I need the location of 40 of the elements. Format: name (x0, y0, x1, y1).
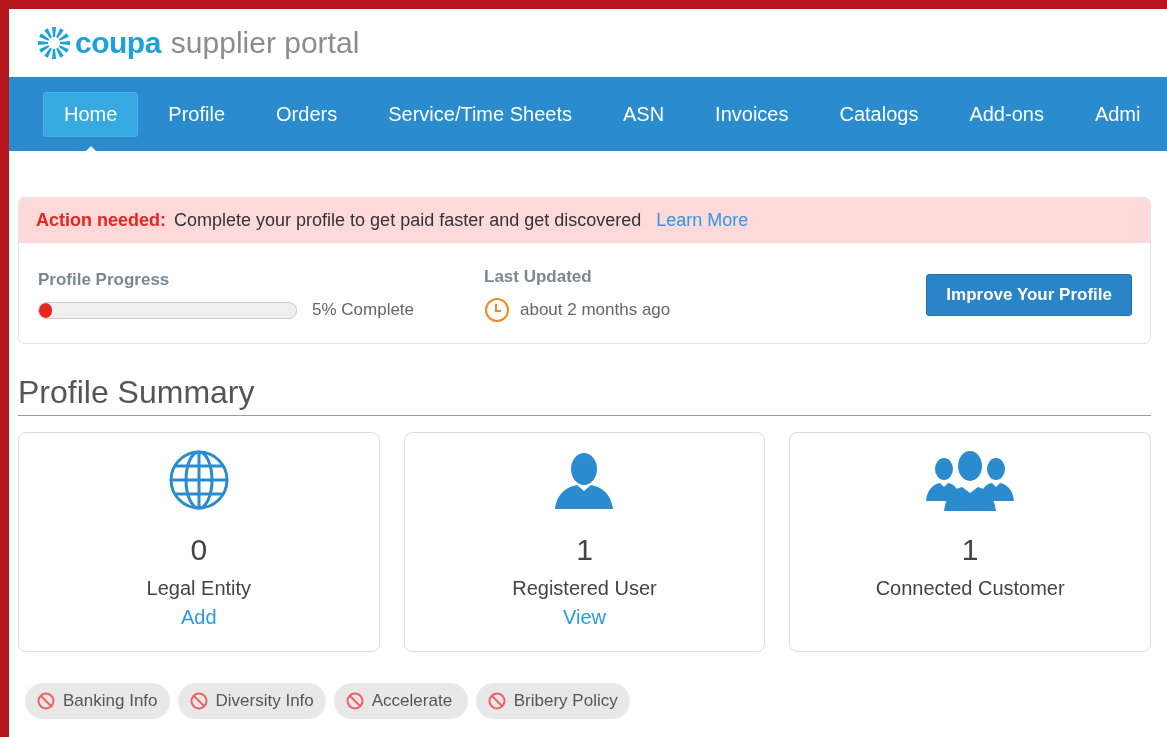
card-count: 1 (576, 533, 593, 567)
blocked-icon (345, 692, 364, 710)
chip-label: Banking Info (63, 691, 158, 711)
group-icon (926, 449, 1015, 511)
learn-more-link[interactable]: Learn More (656, 210, 749, 231)
nav-tab[interactable]: Add-ons (948, 91, 1065, 137)
card-label: Connected Customer (875, 577, 1065, 600)
nav-tab[interactable]: Admi (1073, 91, 1162, 137)
section-title: Profile Summary (18, 374, 1151, 416)
logo-brand: coupa (75, 26, 161, 60)
card-count: 0 (190, 533, 208, 567)
globe-icon (167, 449, 230, 511)
improve-profile-button[interactable]: Improve Your Profile (926, 274, 1132, 316)
clock-icon (484, 297, 510, 323)
nav-tab[interactable]: Service/Time Sheets (367, 91, 593, 137)
nav-tab[interactable]: Catalogs (818, 91, 940, 137)
nav-tab[interactable]: Invoices (694, 91, 810, 137)
card-label: Legal Entity (146, 577, 252, 600)
progress-reading: 5% Complete (312, 300, 415, 320)
card-link[interactable]: View (563, 606, 606, 629)
progress-title: Profile Progress (38, 270, 171, 290)
blocked-icon (189, 692, 208, 710)
nav-tab[interactable]: ASN (601, 91, 686, 137)
last-updated-title: Last Updated (484, 267, 593, 287)
last-updated-value: about 2 months ago (520, 300, 671, 320)
card-count: 1 (961, 533, 979, 567)
nav-tab[interactable]: Orders (255, 91, 359, 137)
card-link[interactable]: Add (181, 606, 217, 629)
nav-tab[interactable]: Profile (147, 91, 247, 137)
blocked-icon (487, 692, 506, 710)
chip-label: Bribery Policy (513, 691, 618, 711)
alert-message: Complete your profile to get paid faster and get discovered (174, 210, 642, 231)
nav-tab[interactable]: Home (43, 91, 139, 137)
logo-product: supplier portal (170, 26, 360, 60)
chip-label: Accelerate (371, 691, 453, 711)
blocked-icon (37, 692, 55, 710)
alert-label: Action needed: (36, 210, 166, 231)
chip-label: Diversity Info (215, 691, 314, 711)
card-label: Registered User (512, 577, 657, 600)
logo-icon (37, 26, 71, 60)
